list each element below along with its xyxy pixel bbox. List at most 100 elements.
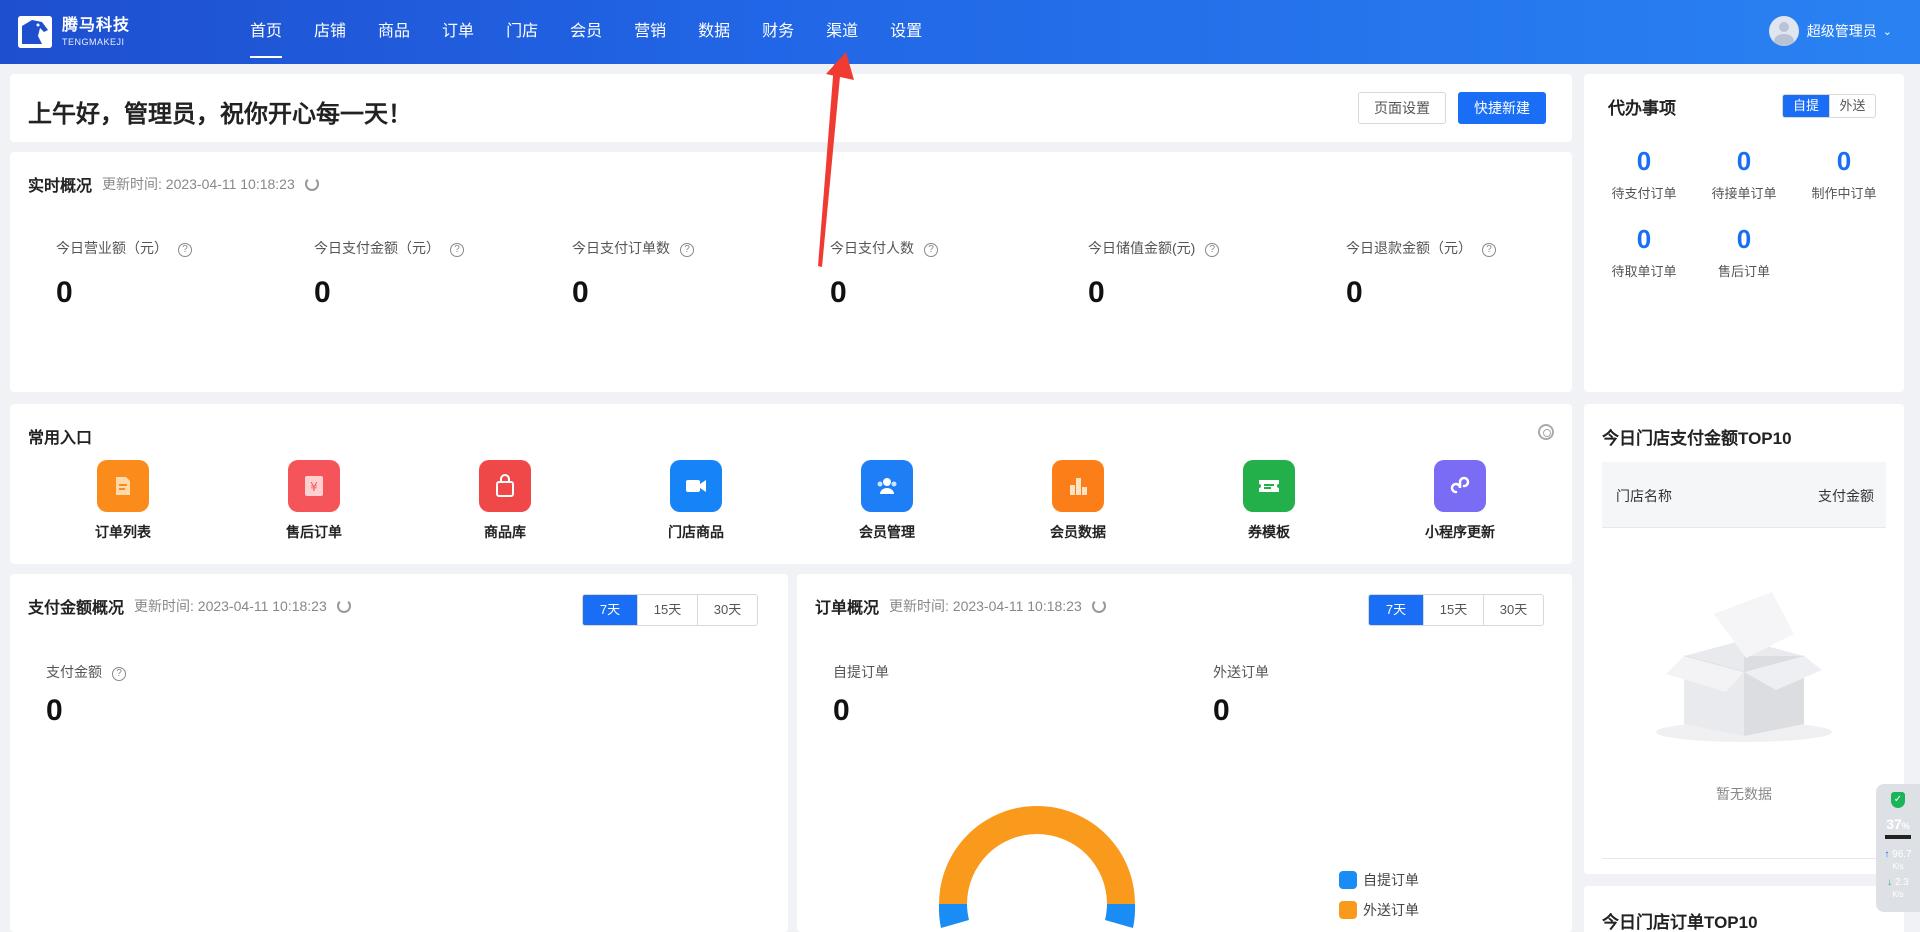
memory-percent: 37% — [1876, 816, 1920, 832]
user-menu[interactable]: 超级管理员 ⌄ — [1768, 16, 1892, 46]
link-icon — [1434, 460, 1486, 512]
entry-after-sale[interactable]: ¥ 售后订单 — [254, 460, 374, 542]
refresh-icon[interactable] — [336, 599, 351, 613]
legend-delivery[interactable]: 外送订单 — [1339, 900, 1419, 920]
upload-speed: ↑ 96.7 K/s — [1876, 849, 1920, 873]
refresh-icon[interactable] — [304, 177, 319, 191]
col-store-name: 门店名称 — [1616, 488, 1672, 504]
memory-bar — [1885, 835, 1911, 839]
nav-item-marketing[interactable]: 营销 — [618, 0, 682, 64]
pickup-orders-label: 自提订单 — [833, 664, 889, 680]
delivery-orders-value: 0 — [1213, 694, 1230, 727]
update-time-text: 更新时间: 2023-04-11 10:18:23 — [102, 176, 295, 192]
todo-title: 代办事项 — [1608, 99, 1676, 118]
todo-item[interactable]: 0 制作中订单 — [1794, 146, 1894, 202]
todo-item[interactable]: 0 待接单订单 — [1694, 146, 1794, 202]
shortcuts-card: 常用入口 订单列表 ¥ 售后订单 商品库 门店商品 会员管理 会员数据 券模板 … — [10, 404, 1572, 564]
entry-order-list[interactable]: 订单列表 — [63, 460, 183, 542]
todo-value: 0 — [1736, 146, 1752, 176]
help-icon[interactable]: ? — [1205, 243, 1220, 257]
todo-item[interactable]: 0 待取单订单 — [1594, 224, 1694, 280]
legend-label: 外送订单 — [1363, 902, 1419, 918]
todo-item[interactable]: 0 待支付订单 — [1594, 146, 1694, 202]
order-donut-chart — [938, 806, 1136, 928]
upload-value: 96.7 — [1892, 849, 1912, 860]
tab-pickup[interactable]: 自提 — [1783, 95, 1829, 117]
brand-logo[interactable]: 腾马科技 TENGMAKEJI — [18, 16, 130, 48]
donut-delivery-arc — [939, 806, 1135, 904]
horse-logo-icon — [18, 16, 52, 48]
help-icon[interactable]: ? — [924, 243, 938, 257]
entry-member-manage[interactable]: 会员管理 — [827, 460, 947, 542]
help-icon[interactable]: ? — [450, 243, 464, 257]
order-update-time: 更新时间: 2023-04-11 10:18:23 — [889, 596, 1106, 616]
todo-label: 待取单订单 — [1611, 264, 1677, 279]
nav-item-shop[interactable]: 店铺 — [298, 0, 362, 64]
document-icon — [97, 460, 149, 512]
quick-create-button[interactable]: 快捷新建 — [1458, 92, 1546, 124]
nav-item-home[interactable]: 首页 — [234, 0, 298, 64]
shortcuts-title: 常用入口 — [28, 430, 93, 447]
entry-label: 会员数据 — [1050, 524, 1106, 540]
order-overview-card: 订单概况 更新时间: 2023-04-11 10:18:23 7天 15天 30… — [797, 574, 1572, 932]
todo-card: 代办事项 自提 外送 0 待支付订单 0 待接单订单 0 制作中订单 0 待取单… — [1584, 74, 1904, 392]
range-15d[interactable]: 15天 — [1423, 595, 1483, 625]
nav-item-goods[interactable]: 商品 — [362, 0, 426, 64]
entry-mini-program-update[interactable]: 小程序更新 — [1400, 460, 1520, 542]
entry-goods-library[interactable]: 商品库 — [445, 460, 565, 542]
pay-amount-label: 支付金额? — [46, 662, 126, 682]
legend-swatch — [1339, 871, 1357, 889]
users-icon — [861, 460, 913, 512]
todo-label: 制作中订单 — [1811, 186, 1877, 201]
nav-item-data[interactable]: 数据 — [682, 0, 746, 64]
range-7d[interactable]: 7天 — [1369, 595, 1423, 625]
network-monitor-widget[interactable]: ✓ 37% ↑ 96.7 K/s ↓ 2.3 K/s — [1876, 784, 1920, 912]
todo-value: 0 — [1636, 146, 1652, 176]
help-icon[interactable]: ? — [1482, 243, 1496, 257]
help-icon[interactable]: ? — [680, 243, 694, 257]
nav-item-channels[interactable]: 渠道 — [810, 0, 874, 64]
page-settings-button[interactable]: 页面设置 — [1358, 92, 1446, 124]
empty-text: 暂无数据 — [1716, 786, 1772, 802]
metric-label: 今日储值金额(元) — [1088, 240, 1196, 256]
metric-value: 0 — [314, 276, 331, 309]
todo-item[interactable]: 0 售后订单 — [1694, 224, 1794, 280]
metric-label: 今日支付人数 — [830, 240, 914, 256]
entry-label: 券模板 — [1248, 524, 1290, 540]
nav-item-settings[interactable]: 设置 — [874, 0, 938, 64]
help-icon[interactable]: ? — [112, 667, 126, 681]
nav-item-members[interactable]: 会员 — [554, 0, 618, 64]
todo-value: 0 — [1736, 224, 1752, 254]
greeting-text: 上午好，管理员，祝你开心每一天！ — [28, 101, 412, 128]
update-time-text: 更新时间: 2023-04-11 10:18:23 — [134, 598, 327, 614]
entry-store-goods[interactable]: 门店商品 — [636, 460, 756, 542]
legend-pickup[interactable]: 自提订单 — [1339, 870, 1419, 890]
nav-item-finance[interactable]: 财务 — [746, 0, 810, 64]
entry-coupon-template[interactable]: 券模板 — [1209, 460, 1329, 542]
range-30d[interactable]: 30天 — [1483, 595, 1543, 625]
legend-swatch — [1339, 901, 1357, 919]
top-nav-bar: 腾马科技 TENGMAKEJI 首页 店铺 商品 订单 门店 会员 营销 数据 … — [0, 0, 1920, 64]
range-15d[interactable]: 15天 — [637, 595, 697, 625]
metric-stored-value: 今日储值金额(元)? 0 — [1088, 238, 1328, 310]
nav-item-stores[interactable]: 门店 — [490, 0, 554, 64]
entry-member-data[interactable]: 会员数据 — [1018, 460, 1138, 542]
main-nav: 首页 店铺 商品 订单 门店 会员 营销 数据 财务 渠道 设置 — [234, 0, 938, 64]
todo-tabs: 自提 外送 — [1782, 94, 1876, 118]
refresh-icon[interactable] — [1091, 599, 1106, 613]
gear-icon[interactable] — [1538, 424, 1554, 440]
pay-overview-title: 支付金额概况 — [28, 600, 125, 617]
tab-delivery[interactable]: 外送 — [1829, 95, 1875, 117]
pickup-orders-value: 0 — [833, 694, 850, 727]
entry-label: 售后订单 — [286, 524, 342, 540]
donut-pickup-arc — [938, 904, 969, 928]
pay-overview-card: 支付金额概况 更新时间: 2023-04-11 10:18:23 7天 15天 … — [10, 574, 788, 932]
nav-item-orders[interactable]: 订单 — [426, 0, 490, 64]
help-icon[interactable]: ? — [178, 243, 192, 257]
update-time-text: 更新时间: 2023-04-11 10:18:23 — [889, 598, 1082, 614]
range-30d[interactable]: 30天 — [697, 595, 757, 625]
range-7d[interactable]: 7天 — [583, 595, 637, 625]
col-pay-amount: 支付金额 — [1818, 488, 1874, 504]
yen-receipt-icon: ¥ — [288, 460, 340, 512]
percent-unit: % — [1901, 821, 1910, 831]
